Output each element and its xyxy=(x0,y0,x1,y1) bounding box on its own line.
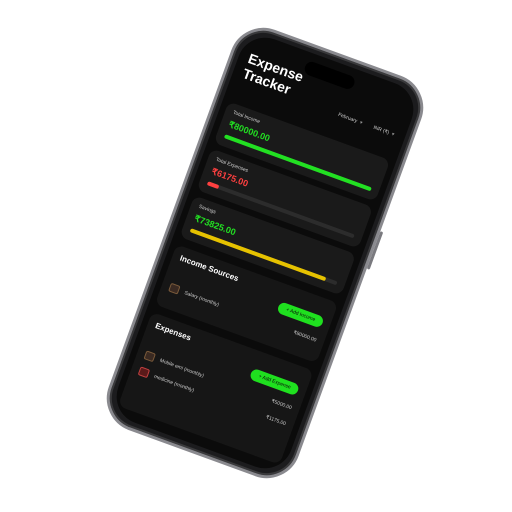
income-source-amount: ₹80000.00 xyxy=(292,329,318,344)
header-selects: February ▾ INR (₹) ▾ xyxy=(334,109,399,141)
expense-label: medicine (monthly) xyxy=(153,373,195,394)
currency-select[interactable]: INR (₹) ▾ xyxy=(369,122,399,141)
income-source-label: Salary (monthly) xyxy=(183,289,220,308)
month-select-value: February xyxy=(337,111,358,125)
phone-frame: Expense Tracker February ▾ INR (₹) ▾ Tot… xyxy=(97,18,433,488)
currency-select-value: INR (₹) xyxy=(372,124,390,136)
briefcase-icon xyxy=(168,282,181,295)
chevron-down-icon: ▾ xyxy=(390,131,396,138)
pill-icon xyxy=(137,366,151,379)
side-button xyxy=(366,231,384,270)
expense-amount: ₹1175.00 xyxy=(265,413,287,427)
month-select[interactable]: February ▾ xyxy=(334,109,367,129)
expenses-progress-bar xyxy=(206,181,220,190)
expense-amount: ₹5000.00 xyxy=(270,397,293,411)
stage: Expense Tracker February ▾ INR (₹) ▾ Tot… xyxy=(0,0,512,512)
phone-icon xyxy=(143,350,156,363)
app-title: Expense Tracker xyxy=(240,50,306,98)
chevron-down-icon: ▾ xyxy=(358,119,364,127)
